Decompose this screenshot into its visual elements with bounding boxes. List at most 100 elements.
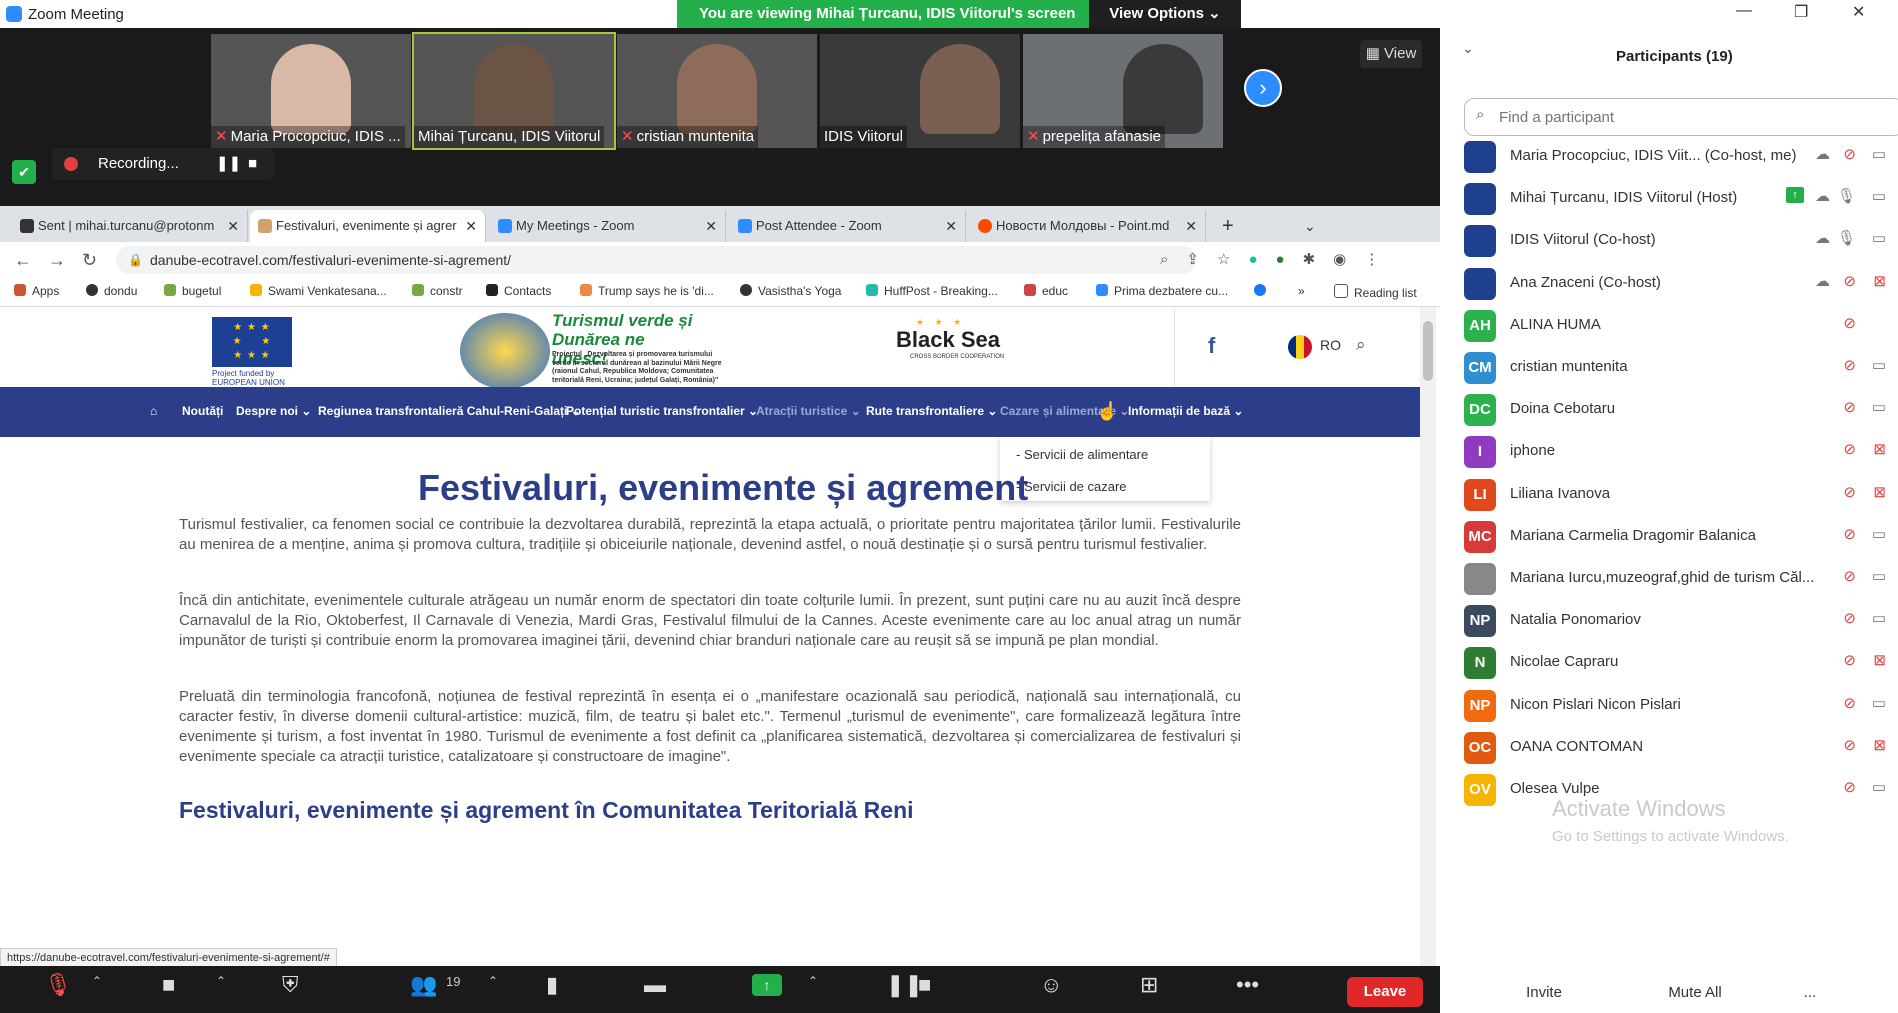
bookmark-apps[interactable]: Apps [14, 284, 59, 298]
find-participant-input[interactable] [1464, 98, 1898, 136]
collapse-panel-icon[interactable]: ⌄ [1462, 40, 1474, 57]
restore-icon[interactable]: ❐ [1794, 2, 1808, 22]
bookmark-reading-list[interactable]: Reading list [1334, 284, 1417, 300]
share-screen-icon[interactable]: ↑ [752, 974, 782, 996]
video-icon[interactable]: ▭ [1872, 694, 1886, 712]
facebook-icon[interactable]: f [1208, 333, 1215, 359]
chat-icon[interactable]: ▬ [644, 972, 666, 998]
menu-item-informatii[interactable]: Informații de bază ⌄ [1128, 404, 1243, 418]
close-tab-icon[interactable]: ✕ [227, 210, 239, 242]
video-thumb[interactable]: IDIS Viitorul [820, 34, 1020, 148]
mute-mic-icon[interactable]: 🎙 [44, 972, 72, 998]
browser-menu-icon[interactable]: ⋮ [1364, 251, 1379, 268]
reload-icon[interactable]: ↻ [82, 250, 97, 271]
mic-off-icon[interactable]: ⊘ [1843, 314, 1856, 332]
mic-off-icon[interactable]: ⊘ [1843, 440, 1856, 458]
mute-all-button[interactable]: Mute All [1650, 980, 1740, 1006]
romania-flag-icon[interactable] [1288, 335, 1312, 359]
browser-tab[interactable]: Post Attendee - Zoom ✕ [730, 210, 966, 242]
video-thumb[interactable]: ✕ prepelița afanasie [1023, 34, 1223, 148]
video-thumb[interactable]: ✕ cristian muntenita [617, 34, 817, 148]
black-sea-logo[interactable]: Black Sea [896, 327, 1000, 353]
close-tab-icon[interactable]: ✕ [705, 210, 717, 242]
mic-off-icon[interactable]: ⊘ [1843, 272, 1856, 290]
share-icon[interactable]: ↑ [1786, 187, 1804, 204]
minimize-icon[interactable]: — [1736, 2, 1752, 20]
video-icon[interactable]: ▭ [1872, 229, 1886, 247]
video-icon[interactable]: ▭ [1872, 187, 1886, 205]
bookmark[interactable]: HuffPost - Breaking... [866, 284, 998, 298]
cloud-icon[interactable]: ☁ [1815, 229, 1830, 247]
video-icon[interactable]: ▭ [1872, 609, 1886, 627]
mic-off-icon[interactable]: ⊘ [1843, 694, 1856, 712]
mic-off-icon[interactable]: ⊘ [1843, 525, 1856, 543]
bookmark[interactable]: Trump says he is 'di... [580, 284, 714, 298]
grammarly-icon[interactable]: ● [1248, 251, 1257, 268]
address-bar[interactable]: 🔒 danube-ecotravel.com/festivaluri-evenim… [116, 246, 1196, 274]
project-logo-image[interactable] [460, 313, 550, 389]
video-icon[interactable]: ▭ [1872, 356, 1886, 374]
menu-item-atractii[interactable]: Atracții turistice ⌄ [756, 404, 861, 418]
mic-off-icon[interactable]: ⊘ [1843, 778, 1856, 796]
extensions-puzzle-icon[interactable]: ✱ [1303, 251, 1316, 268]
invite-button[interactable]: Invite [1514, 980, 1574, 1006]
more-bookmarks-icon[interactable]: » [1298, 284, 1305, 298]
mic-off-icon[interactable]: ⊘ [1843, 356, 1856, 374]
mic-off-icon[interactable]: ⊘ [1843, 736, 1856, 754]
forward-icon[interactable]: → [48, 250, 66, 271]
video-off-icon[interactable]: ⊠ [1873, 736, 1886, 754]
bookmark[interactable]: constr [412, 284, 463, 298]
menu-item-noutati[interactable]: Noutăți [182, 404, 223, 418]
video-camera-icon[interactable]: ■ [162, 972, 175, 998]
polls-icon[interactable]: ▮ [546, 972, 558, 998]
close-tab-icon[interactable]: ✕ [1185, 210, 1197, 242]
stop-share-icon[interactable]: ■ [918, 972, 931, 998]
video-icon[interactable]: ▭ [1872, 145, 1886, 163]
tab-search-icon[interactable]: ⌄ [1304, 210, 1316, 242]
more-options-button[interactable]: ... [1795, 980, 1825, 1006]
menu-item-potential[interactable]: Potențial turistic transfrontalier ⌄ [566, 404, 758, 418]
share-icon[interactable]: ⇪ [1186, 251, 1199, 268]
mic-off-icon[interactable]: ⊘ [1843, 145, 1856, 163]
browser-tab[interactable]: Sent | mihai.turcanu@protonm ✕ [12, 210, 248, 242]
video-icon[interactable]: ▭ [1872, 567, 1886, 585]
browser-tab-active[interactable]: Festivaluri, evenimente și agrer ✕ [250, 210, 486, 242]
menu-item-rute[interactable]: Rute transfrontaliere ⌄ [866, 404, 997, 418]
bookmark[interactable]: bugetul [164, 284, 221, 298]
back-icon[interactable]: ← [14, 250, 32, 271]
close-icon[interactable]: ✕ [1852, 2, 1865, 22]
share-options-icon[interactable]: ⌃ [808, 974, 818, 988]
more-icon[interactable]: ••• [1236, 972, 1259, 998]
mic-off-icon[interactable]: ⊘ [1843, 567, 1856, 585]
participants-options-icon[interactable]: ⌃ [488, 974, 498, 988]
video-thumb[interactable]: ✕ Maria Procopciuc, IDIS ... [211, 34, 411, 148]
bookmark-star-icon[interactable]: ☆ [1217, 251, 1230, 268]
bookmark[interactable]: Vasistha's Yoga [740, 284, 841, 298]
mic-off-icon[interactable]: ⊘ [1843, 651, 1856, 669]
view-button[interactable]: ▦ View [1360, 40, 1422, 68]
extension-icon[interactable]: ● [1276, 251, 1285, 268]
language-selector[interactable]: RO [1320, 337, 1341, 353]
close-tab-icon[interactable]: ✕ [465, 210, 477, 242]
video-off-icon[interactable]: ⊠ [1873, 483, 1886, 501]
profile-avatar[interactable]: ◉ [1333, 251, 1346, 268]
page-scrollbar[interactable] [1420, 307, 1436, 966]
zoom-page-icon[interactable]: ⌕ [1160, 251, 1168, 268]
security-icon[interactable]: ⛨ [282, 972, 299, 998]
bookmark[interactable]: Swami Venkatesana... [250, 284, 387, 298]
audio-options-icon[interactable]: ⌃ [92, 974, 102, 988]
video-thumb-active-speaker[interactable]: Mihai Țurcanu, IDIS Viitorul [412, 32, 616, 150]
stop-recording-icon[interactable]: ■ [248, 148, 257, 180]
site-search-icon[interactable]: ⌕ [1356, 335, 1366, 355]
bookmark[interactable]: Prima dezbatere cu... [1096, 284, 1228, 298]
facebook-bookmark-icon[interactable] [1254, 284, 1272, 298]
video-off-icon[interactable]: ⊠ [1873, 651, 1886, 669]
gallery-next-button[interactable]: › [1244, 69, 1282, 107]
bookmark[interactable]: educ [1024, 284, 1068, 298]
dropdown-item-alimentare[interactable]: - Servicii de alimentare [1016, 447, 1148, 462]
cloud-icon[interactable]: ☁ [1815, 145, 1830, 163]
mic-off-icon[interactable]: ⊘ [1843, 483, 1856, 501]
menu-item-despre-noi[interactable]: Despre noi ⌄ [236, 404, 311, 418]
view-options-button[interactable]: View Options ⌄ [1089, 0, 1241, 28]
mic-icon[interactable]: 🎙 [1837, 229, 1856, 247]
